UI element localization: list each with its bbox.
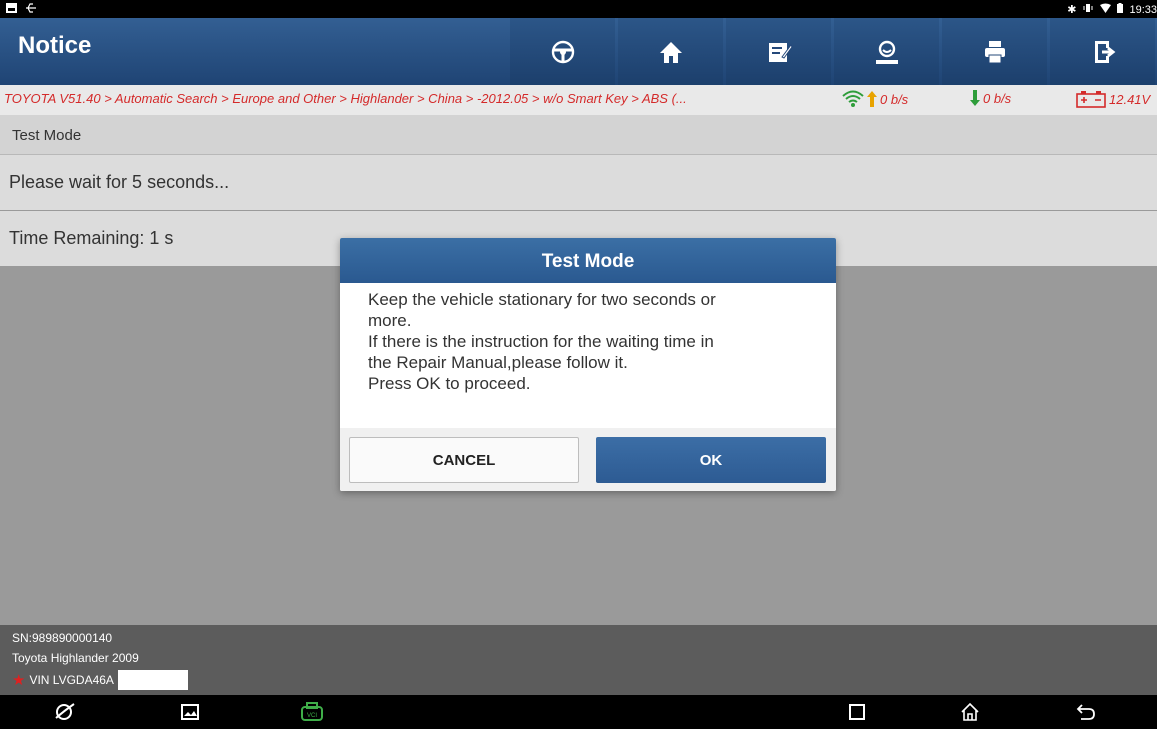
browser-icon — [55, 703, 75, 720]
gallery-icon — [181, 704, 199, 720]
back-icon — [1076, 704, 1095, 720]
dialog-line: the Repair Manual,please follow it. — [368, 353, 628, 372]
dialog-title: Test Mode — [340, 238, 836, 283]
ok-button[interactable]: OK — [596, 437, 826, 483]
dialog-line: If there is the instruction for the wait… — [368, 332, 714, 351]
vci-icon: VCI — [301, 702, 323, 721]
browser-button[interactable] — [52, 701, 76, 723]
home-nav-button[interactable] — [958, 701, 982, 723]
gallery-button[interactable] — [178, 701, 202, 723]
back-button[interactable] — [1074, 701, 1098, 723]
dialog-footer: CANCEL OK — [340, 428, 836, 491]
dialog-line: more. — [368, 311, 412, 330]
modal-overlay: Test Mode Keep the vehicle stationary fo… — [0, 0, 1157, 695]
navigation-bar: VCI — [0, 695, 1157, 729]
dialog-message: Keep the vehicle stationary for two seco… — [368, 289, 818, 394]
test-mode-dialog: Test Mode Keep the vehicle stationary fo… — [340, 238, 836, 491]
dialog-line: Press OK to proceed. — [368, 374, 531, 393]
recents-icon — [849, 704, 865, 720]
dialog-line: Keep the vehicle stationary for two seco… — [368, 290, 716, 309]
svg-text:VCI: VCI — [307, 713, 317, 719]
recents-button[interactable] — [845, 701, 869, 723]
home-nav-icon — [961, 702, 979, 721]
vci-button[interactable]: VCI — [300, 701, 324, 723]
cancel-button[interactable]: CANCEL — [349, 437, 579, 483]
